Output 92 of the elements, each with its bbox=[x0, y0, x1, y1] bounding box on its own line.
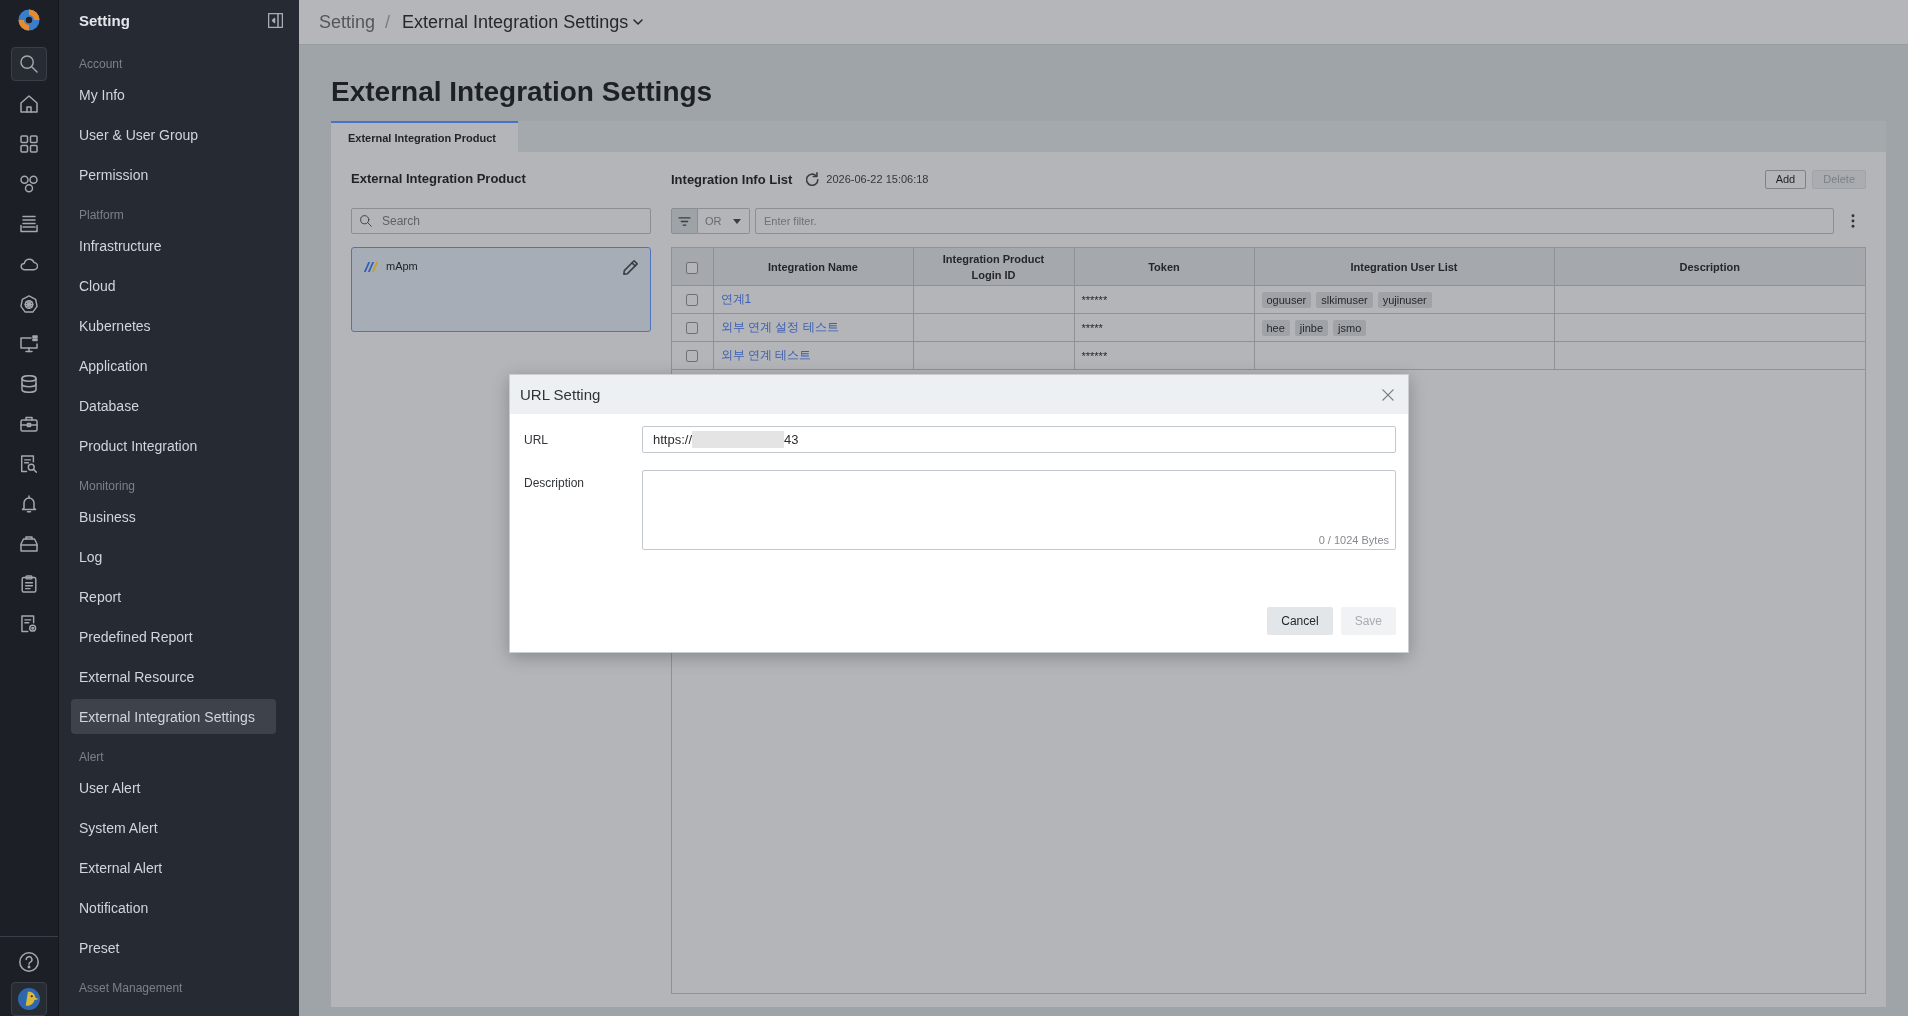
server-stack-icon bbox=[20, 215, 38, 233]
more-options-icon[interactable] bbox=[1851, 214, 1855, 228]
sidebar-group-label: Account bbox=[78, 56, 124, 73]
sidebar-group-label: Alert bbox=[78, 749, 105, 766]
sidebar-item[interactable]: Application bbox=[71, 348, 276, 383]
user-tag: hee bbox=[1261, 319, 1290, 336]
column-header: Description bbox=[1554, 248, 1865, 286]
field-label: URL bbox=[523, 432, 549, 447]
sidebar-item[interactable]: Cloud bbox=[71, 268, 276, 303]
sidebar-item[interactable]: Kubernetes bbox=[71, 308, 276, 343]
masked-token: ***** bbox=[1081, 321, 1103, 334]
breadcrumb-link[interactable]: Setting bbox=[319, 11, 376, 33]
sidebar-item[interactable]: Product Integration bbox=[71, 428, 276, 463]
sidebar-item[interactable]: Predefined Report bbox=[71, 619, 276, 654]
help-icon bbox=[19, 952, 39, 972]
sidebar-item[interactable]: User & User Group bbox=[71, 117, 276, 152]
clipboard-icon bbox=[20, 575, 38, 593]
toolbox-icon bbox=[20, 535, 38, 553]
app-logo[interactable] bbox=[18, 9, 40, 31]
add-button[interactable]: Add bbox=[1764, 169, 1807, 189]
row-checkbox[interactable] bbox=[686, 322, 699, 335]
panel-title: Integration Info List bbox=[671, 171, 793, 187]
sidebar-group-label: Monitoring bbox=[78, 478, 137, 495]
column-header: Integration Name bbox=[713, 248, 913, 286]
masked-token: ****** bbox=[1081, 293, 1108, 306]
document-gear-icon bbox=[20, 615, 38, 633]
sidebar-item[interactable]: Database bbox=[71, 388, 276, 423]
cloud-icon bbox=[20, 255, 38, 273]
url-field[interactable]: https:// 43 bbox=[642, 426, 1396, 453]
helm-wheel-icon bbox=[20, 295, 38, 313]
user-tag: yujinuser bbox=[1377, 291, 1432, 308]
sidebar-item[interactable]: Preset bbox=[71, 930, 276, 965]
field-label: Description bbox=[523, 475, 586, 492]
sidebar-item[interactable]: Infrastructure bbox=[71, 228, 276, 263]
user-tag: jsmo bbox=[1333, 319, 1367, 336]
description-field[interactable]: 0 / 1024 Bytes bbox=[642, 470, 1396, 550]
cancel-button[interactable]: Cancel bbox=[1267, 607, 1333, 635]
close-icon[interactable] bbox=[1382, 388, 1394, 401]
search-icon bbox=[20, 55, 38, 73]
page-title: External Integration Settings bbox=[331, 75, 714, 109]
sidebar-item[interactable]: System Alert bbox=[71, 810, 276, 845]
dialog-title: URL Setting bbox=[520, 386, 601, 403]
sidebar-item[interactable]: Report bbox=[71, 579, 276, 614]
database-icon bbox=[20, 375, 38, 393]
select-all-checkbox[interactable] bbox=[686, 261, 699, 274]
breadcrumb-separator: / bbox=[385, 11, 391, 33]
tab[interactable]: External Integration Product bbox=[331, 121, 518, 152]
panel-title: External Integration Product bbox=[351, 170, 527, 188]
stripes-logo-icon bbox=[364, 262, 378, 272]
sidebar-title: Setting bbox=[79, 11, 130, 29]
sidebar-item[interactable]: My Info bbox=[71, 77, 276, 112]
product-item[interactable]: mApm bbox=[351, 247, 651, 332]
masked-token: ****** bbox=[1081, 349, 1108, 362]
sidebar-item[interactable]: Business bbox=[71, 499, 276, 534]
sidebar-item[interactable]: Log bbox=[71, 539, 276, 574]
sidebar-item[interactable]: Permission bbox=[71, 157, 276, 192]
caret-down-icon bbox=[733, 218, 741, 224]
sidebar-item[interactable]: External Alert bbox=[71, 850, 276, 885]
user-tag: slkimuser bbox=[1316, 291, 1373, 308]
document-search-icon bbox=[20, 455, 38, 473]
chevron-down-icon bbox=[633, 19, 644, 25]
edit-icon[interactable] bbox=[623, 260, 638, 275]
row-checkbox[interactable] bbox=[686, 350, 699, 363]
profile-button[interactable] bbox=[11, 982, 47, 1016]
filter-icon bbox=[678, 216, 691, 226]
bell-icon bbox=[20, 495, 38, 513]
sidebar-item[interactable]: External Integration Settings bbox=[71, 699, 276, 734]
rail-nav-button[interactable] bbox=[11, 47, 47, 81]
user-tag: oguuser bbox=[1261, 291, 1312, 308]
circles-icon bbox=[20, 175, 38, 193]
monitor-icon bbox=[20, 335, 38, 353]
sidebar-toggle-icon[interactable] bbox=[268, 12, 283, 28]
column-header: Integration Product Login ID bbox=[913, 248, 1074, 286]
avatar-icon bbox=[18, 988, 40, 1010]
sidebar-group-label: Platform bbox=[78, 207, 125, 224]
briefcase-icon bbox=[20, 415, 38, 433]
home-icon bbox=[20, 95, 38, 113]
grid-icon bbox=[20, 135, 38, 153]
breadcrumb-dropdown[interactable]: External Integration Settings bbox=[402, 11, 644, 33]
last-updated-time: 2026-06-22 15:06:18 bbox=[826, 173, 929, 185]
sidebar-group-label: Asset Management bbox=[78, 980, 184, 997]
byte-counter: 0 / 1024 Bytes bbox=[1318, 534, 1389, 546]
sidebar-item[interactable]: User Alert bbox=[71, 770, 276, 805]
user-tag: jinbe bbox=[1294, 319, 1329, 336]
sidebar-item[interactable]: Notification bbox=[71, 890, 276, 925]
sidebar-item[interactable]: External Resource bbox=[71, 659, 276, 694]
row-checkbox[interactable] bbox=[686, 294, 699, 307]
refresh-icon[interactable] bbox=[806, 172, 820, 186]
filter-button[interactable] bbox=[671, 208, 698, 234]
column-header: Token bbox=[1074, 248, 1254, 286]
search-icon bbox=[360, 215, 372, 227]
column-header: Integration User List bbox=[1254, 248, 1554, 286]
